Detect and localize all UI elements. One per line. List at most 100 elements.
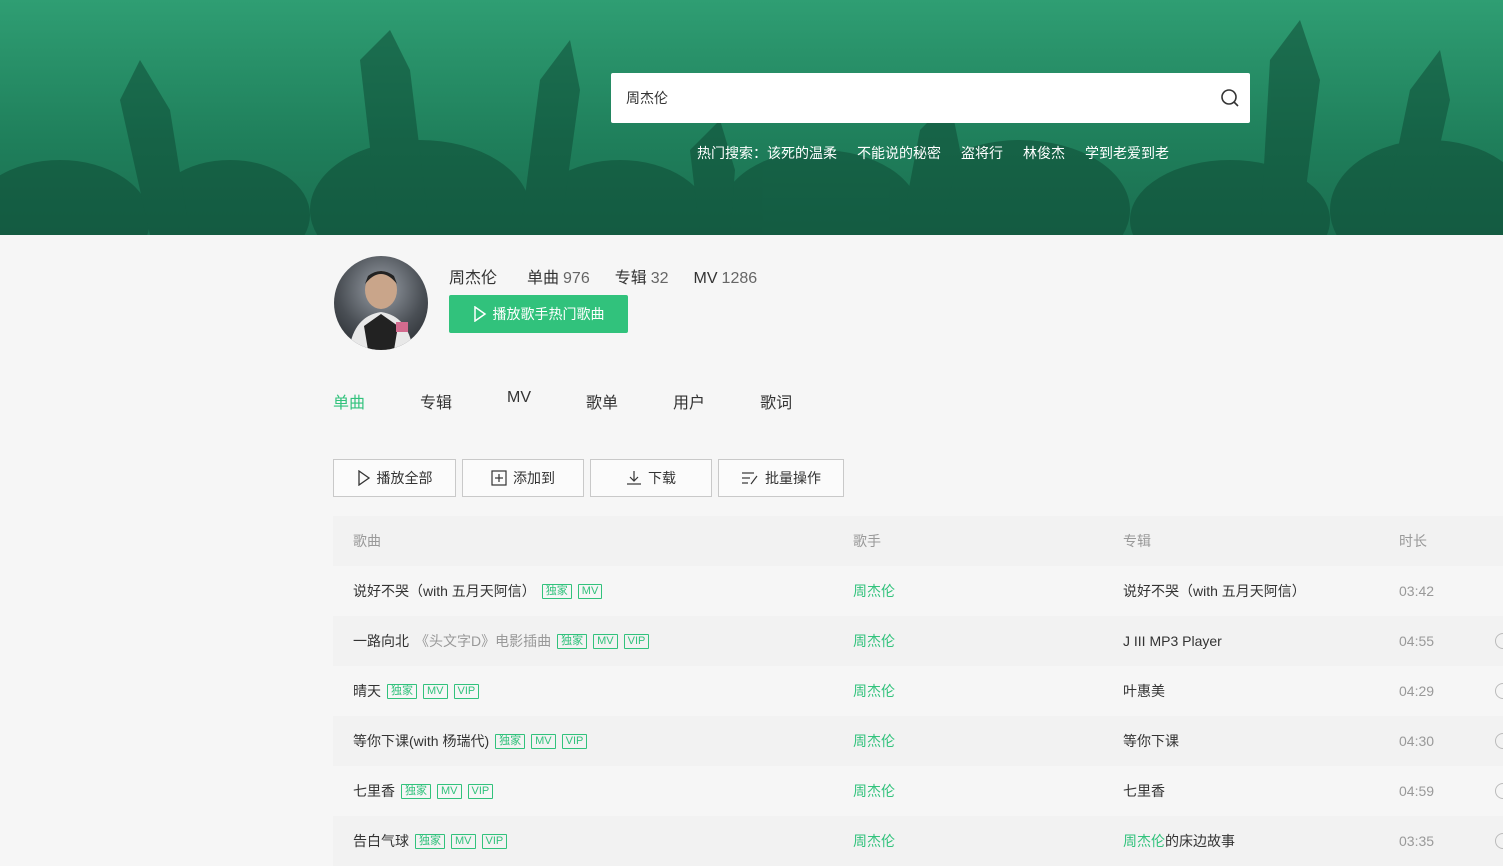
song-tag-badge[interactable]: MV [423, 683, 448, 699]
singer-name[interactable]: 周杰伦 [449, 264, 497, 288]
stat-value: 976 [563, 270, 590, 287]
song-tag-badge: 独家 [557, 633, 588, 649]
table-row[interactable]: 等你下课(with 杨瑞代) 独家 MV VIP 周杰伦 等你下课 04:30 [333, 716, 1503, 766]
play-icon [473, 306, 486, 322]
singer-link[interactable]: 周杰伦 [853, 681, 1123, 701]
play-icon [357, 470, 370, 486]
table-row[interactable]: 晴天 独家 MV VIP 周杰伦 叶惠美 04:29 [333, 666, 1503, 716]
song-cell: 七里香 独家 MV VIP [333, 781, 853, 801]
stat-label: 单曲 [527, 270, 560, 287]
tab-lyrics[interactable]: 歌词 [760, 389, 792, 413]
album-name[interactable]: 叶惠美 [1123, 683, 1165, 699]
song-tag-badge[interactable]: MV [451, 833, 476, 849]
hot-search-item[interactable]: 学到老爱到老 [1085, 143, 1169, 163]
song-table: 歌曲 歌手 专辑 时长 说好不哭（with 五月天阿信） 独家 MV 周杰伦 说好不哭（… [333, 516, 1503, 866]
download-label: 下载 [648, 470, 676, 486]
add-to-label: 添加到 [513, 470, 555, 486]
album-name[interactable]: 七里香 [1123, 783, 1165, 799]
stat-value: 32 [650, 270, 669, 287]
more-options-icon[interactable] [1495, 783, 1503, 799]
song-duration: 03:35 [1399, 833, 1435, 849]
album-name[interactable]: 说好不哭（with 五月天阿信） [1123, 583, 1306, 599]
album-singer-highlight[interactable]: 周杰伦 [1123, 833, 1165, 849]
download-button[interactable]: 下载 [590, 459, 712, 497]
singer-info: 周杰伦 单曲 976 专辑 32 MV 1286 [449, 264, 782, 288]
hot-search-item[interactable]: 林俊杰 [1023, 143, 1065, 163]
song-subtitle: 《头文字D》电影插曲 [415, 633, 552, 649]
album-name[interactable]: J III MP3 Player [1123, 633, 1222, 649]
album-cell[interactable]: 说好不哭（with 五月天阿信） [1123, 581, 1399, 601]
song-tag-badge: 独家 [401, 783, 431, 799]
stat-label: MV [693, 270, 718, 287]
stat-singles: 单曲 976 [527, 264, 590, 288]
table-body: 说好不哭（with 五月天阿信） 独家 MV 周杰伦 说好不哭（with 五月天阿信） 0… [333, 566, 1503, 866]
more-options-icon[interactable] [1495, 733, 1503, 749]
singer-avatar[interactable] [334, 256, 428, 350]
play-hot-songs-button[interactable]: 播放歌手热门歌曲 [449, 295, 628, 333]
header-duration: 时长 [1399, 533, 1427, 549]
singer-link[interactable]: 周杰伦 [853, 581, 1123, 601]
search-input[interactable] [611, 73, 1220, 123]
download-icon [627, 471, 641, 485]
tab-mv[interactable]: MV [507, 389, 531, 413]
table-row[interactable]: 一路向北 《头文字D》电影插曲 独家 MV VIP 周杰伦 J III MP3 Player… [333, 616, 1503, 666]
result-tabs: 单曲 专辑 MV 歌单 用户 歌词 [333, 389, 847, 413]
song-duration: 04:30 [1399, 733, 1435, 749]
album-cell[interactable]: 等你下课 [1123, 731, 1399, 751]
table-row[interactable]: 说好不哭（with 五月天阿信） 独家 MV 周杰伦 说好不哭（with 五月天阿信） 0… [333, 566, 1503, 616]
banner: 热门搜索： 该死的温柔 不能说的秘密 盗将行 林俊杰 学到老爱到老 [0, 0, 1503, 235]
add-to-button[interactable]: 添加到 [462, 459, 584, 497]
stat-value: 1286 [721, 270, 758, 287]
more-options-icon[interactable] [1495, 833, 1503, 849]
table-row[interactable]: 七里香 独家 MV VIP 周杰伦 七里香 04:59 [333, 766, 1503, 816]
singer-link[interactable]: 周杰伦 [853, 781, 1123, 801]
song-cell: 说好不哭（with 五月天阿信） 独家 MV [333, 581, 853, 601]
album-name[interactable]: 的床边故事 [1165, 833, 1235, 849]
stat-mv: MV 1286 [694, 270, 758, 288]
song-tag-badge: VIP [453, 683, 480, 699]
more-options-icon[interactable] [1495, 683, 1503, 699]
song-tag-badge[interactable]: MV [577, 583, 603, 599]
batch-edit-icon [742, 472, 758, 485]
singer-link[interactable]: 周杰伦 [853, 631, 1123, 651]
tab-singles[interactable]: 单曲 [333, 389, 365, 413]
album-cell[interactable]: 周杰伦的床边故事 [1123, 831, 1399, 851]
play-all-button[interactable]: 播放全部 [333, 459, 456, 497]
play-all-label: 播放全部 [376, 470, 433, 486]
search-icon[interactable] [1220, 88, 1240, 108]
song-tag-badge: VIP [467, 783, 494, 799]
tab-users[interactable]: 用户 [673, 389, 705, 413]
singer-link[interactable]: 周杰伦 [853, 731, 1123, 751]
album-cell[interactable]: 叶惠美 [1123, 681, 1399, 701]
table-row[interactable]: 告白气球 独家 MV VIP 周杰伦 周杰伦的床边故事 03:35 [333, 816, 1503, 866]
album-cell[interactable]: J III MP3 Player [1123, 633, 1399, 649]
singer-link[interactable]: 周杰伦 [853, 831, 1123, 851]
tab-albums[interactable]: 专辑 [420, 389, 452, 413]
song-title[interactable]: 一路向北 [353, 631, 409, 651]
song-title[interactable]: 七里香 [353, 781, 395, 801]
table-header: 歌曲 歌手 专辑 时长 [333, 516, 1503, 566]
song-duration: 03:42 [1399, 583, 1435, 599]
hot-search-item[interactable]: 不能说的秘密 [857, 143, 941, 163]
song-title[interactable]: 告白气球 [353, 831, 409, 851]
album-cell[interactable]: 七里香 [1123, 781, 1399, 801]
hot-search-item[interactable]: 该死的温柔 [767, 143, 837, 163]
song-title[interactable]: 晴天 [353, 681, 381, 701]
hot-search-item[interactable]: 盗将行 [961, 143, 1003, 163]
song-title[interactable]: 说好不哭（with 五月天阿信） [353, 581, 536, 601]
song-duration: 04:55 [1399, 633, 1435, 649]
song-duration: 04:29 [1399, 683, 1435, 699]
song-tag-badge[interactable]: MV [437, 783, 462, 799]
song-tag-badge[interactable]: MV [593, 633, 618, 649]
song-tag-badge: VIP [481, 833, 508, 849]
hot-search: 热门搜索： 该死的温柔 不能说的秘密 盗将行 林俊杰 学到老爱到老 [697, 143, 1189, 163]
batch-operation-button[interactable]: 批量操作 [718, 459, 844, 497]
song-tag-badge[interactable]: MV [531, 733, 556, 749]
stat-albums: 专辑 32 [615, 264, 669, 288]
tab-playlists[interactable]: 歌单 [586, 389, 618, 413]
album-name[interactable]: 等你下课 [1123, 733, 1179, 749]
song-title[interactable]: 等你下课(with 杨瑞代) [353, 731, 489, 751]
song-tag-badge: VIP [561, 733, 588, 749]
more-options-icon[interactable] [1495, 633, 1503, 649]
song-toolbar: 播放全部 添加到 下载 批量操作 [333, 459, 844, 497]
